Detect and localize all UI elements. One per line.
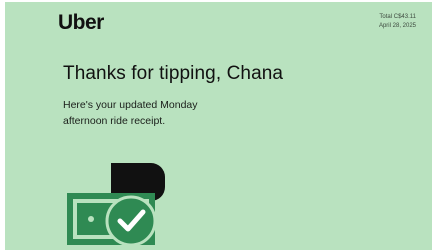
subtext-line-2: afternoon ride receipt.	[63, 115, 166, 127]
headline: Thanks for tipping, Chana	[63, 63, 284, 84]
receipt-card: Uber Total C$43.11 April 28, 2025 Thanks…	[5, 2, 432, 250]
check-circle	[105, 195, 157, 247]
subtext: Here's your updated Monday afternoon rid…	[63, 97, 293, 129]
total-amount: Total C$43.11	[379, 14, 416, 20]
uber-logo: Uber	[58, 11, 104, 34]
subtext-line-1: Here's your updated Monday	[63, 99, 198, 111]
banknote-dot	[88, 216, 94, 222]
receipt-date: April 28, 2025	[378, 23, 416, 29]
cash-tip-illustration	[63, 157, 173, 250]
email-preview: Uber Total C$43.11 April 28, 2025 Thanks…	[0, 0, 438, 252]
receipt-meta: Total C$43.11 April 28, 2025	[379, 13, 416, 31]
cash-tip-icon	[67, 163, 165, 247]
